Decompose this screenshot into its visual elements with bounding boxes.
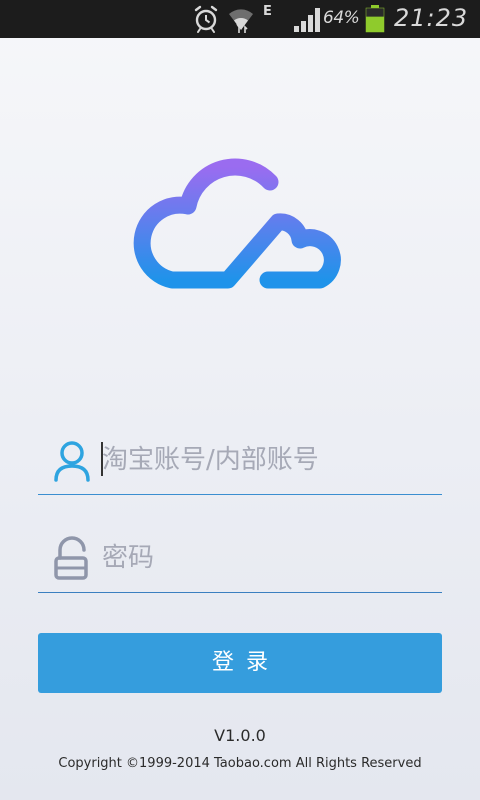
signal-icon — [294, 8, 320, 32]
password-input[interactable] — [102, 534, 432, 582]
password-field — [38, 534, 442, 593]
alarm-icon — [194, 5, 218, 33]
cloud-logo-icon — [133, 158, 341, 289]
network-type-label: E — [263, 4, 272, 19]
wifi-icon — [229, 9, 253, 33]
account-input[interactable] — [102, 436, 432, 484]
battery-icon — [365, 5, 385, 33]
status-bar: E 64% 21:23 — [0, 0, 480, 38]
copyright-text: Copyright ©1999-2014 Taobao.com All Righ… — [58, 756, 422, 771]
battery-percent: 64% — [323, 8, 360, 28]
login-button[interactable]: 登录 — [38, 633, 442, 693]
user-icon — [54, 441, 90, 482]
app-version: V1.0.0 — [214, 726, 266, 745]
lock-icon — [54, 536, 88, 580]
account-field — [38, 436, 442, 495]
clock: 21:23 — [394, 4, 469, 32]
